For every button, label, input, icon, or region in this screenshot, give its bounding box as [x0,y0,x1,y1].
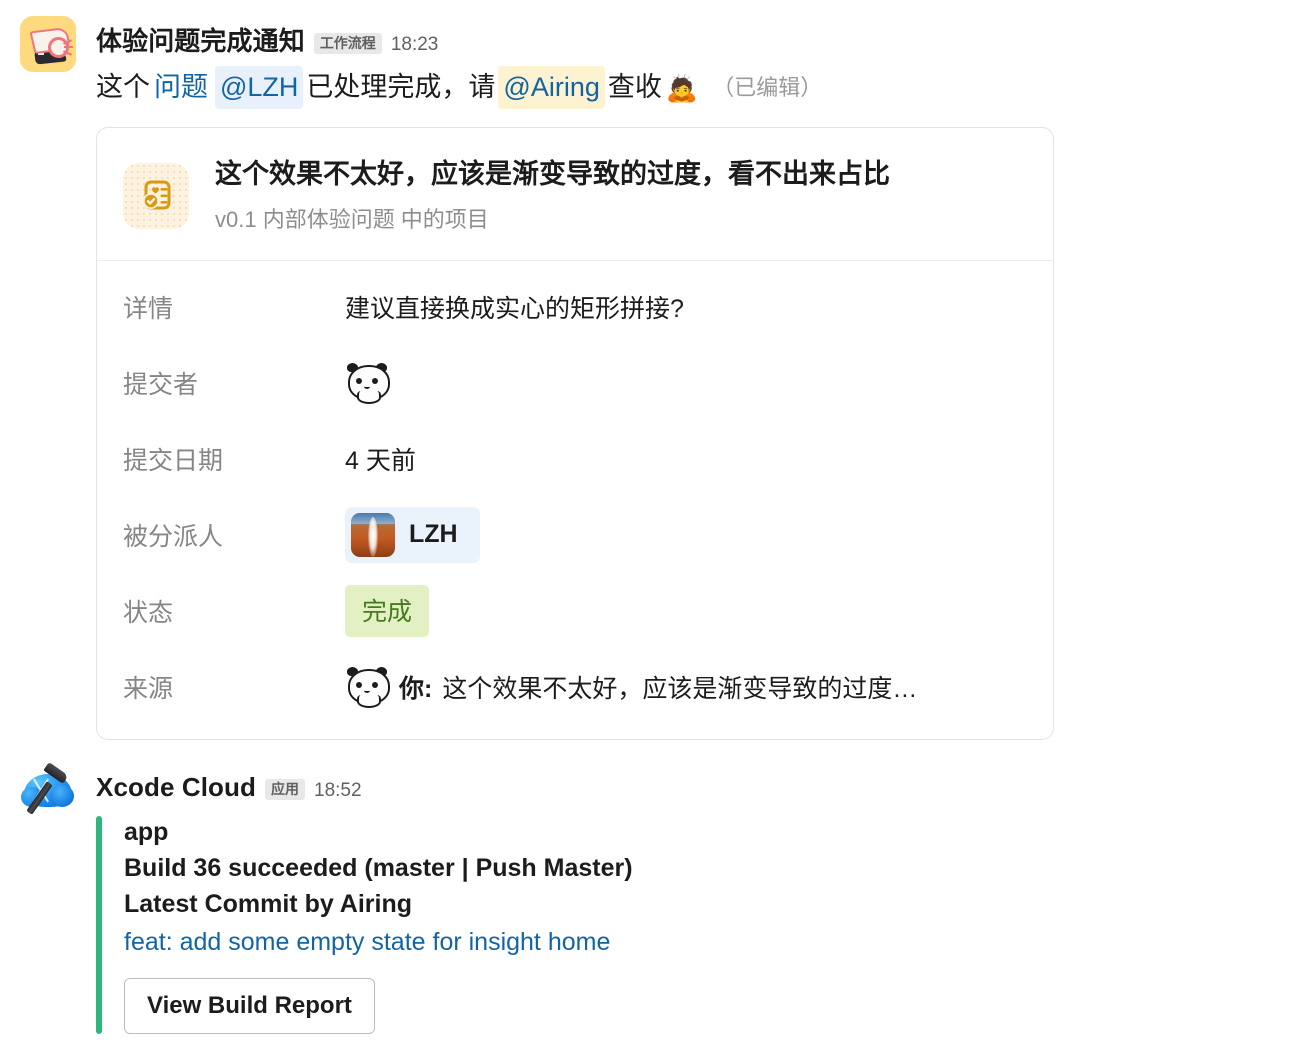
message-workflow-notification: 体验问题完成通知 工作流程 18:23 这个 问题 @LZH 已处理完成，请 @… [0,0,1290,740]
issue-card-titles: 这个效果不太好，应该是渐变导致的过度，看不出来占比 v0.1 内部体验问题 中的… [215,158,890,234]
bowing-person-emoji: 🙇 [665,72,699,103]
field-row-status: 状态 完成 [97,573,1053,649]
message-text: 这个 问题 @LZH 已处理完成，请 @Airing 查收 🙇 （已编辑） [96,66,1290,110]
build-status-line: Build 36 succeeded (master | Push Master… [124,853,633,882]
status-badge: 完成 [345,584,430,637]
issue-link[interactable]: 问题 [154,68,208,107]
field-row-submitter: 提交者 [97,345,1053,421]
submitter-avatar[interactable] [345,360,390,405]
panda-nose [364,688,370,693]
field-row-submit-date: 提交日期 4 天前 [97,421,1053,497]
xcode-build-attachment: app Build 36 succeeded (master | Push Ma… [96,815,1290,1035]
mention-airing[interactable]: @Airing [498,66,605,110]
build-commit-author: Latest Commit by Airing [124,889,412,918]
megaphone-icon[interactable] [20,16,76,72]
attachment-color-bar [96,815,102,1035]
issue-title[interactable]: 这个效果不太好，应该是渐变导致的过度，看不出来占比 [215,158,890,192]
panda-eye-left [356,377,362,384]
view-build-report-button[interactable]: View Build Report [124,978,375,1035]
source-author-avatar [345,664,390,709]
mention-lzh[interactable]: @LZH [215,66,304,110]
field-value-assignee: LZH [345,506,480,563]
assignee-name: LZH [409,520,458,549]
text-segment-mid: 已处理完成，请 [306,72,496,102]
source-message-preview: 这个效果不太好，应该是渐变导致的过度… [442,674,918,703]
field-value-detail: 建议直接换成实心的矩形拼接? [345,294,684,323]
avatar-figure-glow [368,516,378,557]
sender-badge: 工作流程 [313,33,382,54]
field-label: 提交日期 [123,446,224,475]
issue-field-list: 详情 建议直接换成实心的矩形拼接? 提交者 提交日期 4 天前 被分派人 LZH… [97,261,1053,739]
issue-subtitle: v0.1 内部体验问题 中的项目 [215,206,489,232]
field-label: 详情 [123,294,174,323]
message-timestamp[interactable]: 18:23 [391,35,439,54]
avatar-column [0,12,96,72]
sender-name[interactable]: 体验问题完成通知 [96,28,305,54]
message-timestamp[interactable]: 18:52 [314,781,362,800]
assignee-avatar [351,512,395,557]
field-value-source[interactable]: 你: 这个效果不太好，应该是渐变导致的过度… [345,664,918,709]
field-label: 提交者 [123,370,199,399]
message-header: 体验问题完成通知 工作流程 18:23 [96,12,1290,56]
xcode-cloud-icon[interactable] [20,761,76,818]
message-xcode-cloud: Xcode Cloud 应用 18:52 app Build 36 succee… [0,740,1290,1035]
issue-card-header: 这个效果不太好，应该是渐变导致的过度，看不出来占比 v0.1 内部体验问题 中的… [97,128,1053,261]
build-commit-message-link[interactable]: feat: add some empty state for insight h… [124,922,1290,962]
field-label: 被分派人 [123,522,224,551]
assignee-chip[interactable]: LZH [345,506,480,563]
field-label: 来源 [123,674,174,703]
clipboard-check-icon [123,163,189,230]
panda-body [357,390,381,404]
issue-attachment-card[interactable]: 这个效果不太好，应该是渐变导致的过度，看不出来占比 v0.1 内部体验问题 中的… [96,127,1054,740]
build-app-name: app [124,817,169,846]
avatar-column [0,758,96,818]
message-body: 体验问题完成通知 工作流程 18:23 这个 问题 @LZH 已处理完成，请 @… [96,12,1290,740]
field-value-submitter [345,360,390,405]
text-segment-post: 查收 [607,72,662,102]
field-value-status: 完成 [345,584,430,637]
field-label: 状态 [123,598,174,627]
panda-eye-left [356,681,362,688]
sender-name[interactable]: Xcode Cloud [96,774,256,800]
field-value-submit-date: 4 天前 [345,446,416,475]
text-segment-pre: 这个 [96,72,150,102]
panda-eye-right [372,377,378,384]
panda-body [357,694,381,708]
field-row-source: 来源 你: 这个效果不太好，应该是渐变导致的过度… [97,649,1053,725]
source-author-label: 你: [399,674,433,703]
message-body: Xcode Cloud 应用 18:52 app Build 36 succee… [96,758,1290,1035]
field-row-assignee: 被分派人 LZH [97,497,1053,573]
message-header: Xcode Cloud 应用 18:52 [96,758,1290,802]
panda-nose [364,384,370,389]
sender-badge: 应用 [265,778,305,800]
megaphone-ray [64,46,73,48]
edited-indicator: （已编辑） [712,74,823,100]
field-row-detail: 详情 建议直接换成实心的矩形拼接? [97,269,1053,345]
panda-eye-right [372,681,378,688]
